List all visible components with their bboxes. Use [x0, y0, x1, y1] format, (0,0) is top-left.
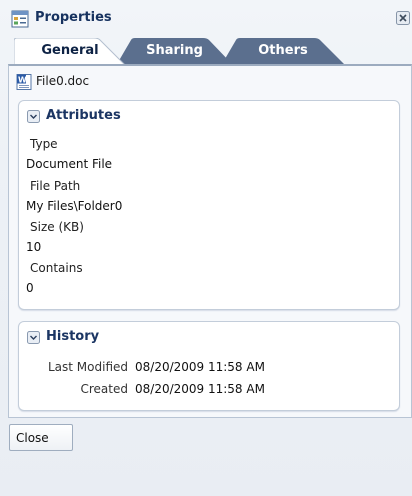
attribute-label-file-path: File Path	[30, 179, 81, 193]
attribute-label-size: Size (KB)	[30, 220, 84, 234]
dialog-titlebar: Properties	[0, 0, 412, 36]
close-icon[interactable]	[396, 11, 410, 25]
close-button[interactable]: Close	[9, 424, 73, 451]
svg-text:W: W	[18, 76, 27, 85]
attributes-panel: Attributes Type Document File File Path …	[18, 100, 400, 310]
dialog-footer: Close	[0, 418, 412, 496]
attribute-label-type: Type	[30, 137, 58, 151]
tab-label: General	[41, 43, 99, 58]
dialog-title: Properties	[35, 10, 112, 25]
history-value-last-modified: 08/20/2009 11:58 AM	[135, 360, 265, 374]
history-label-created: Created	[80, 382, 129, 396]
tab-general[interactable]: General	[14, 38, 126, 66]
history-value-created: 08/20/2009 11:58 AM	[135, 382, 265, 396]
word-document-icon: W	[16, 74, 32, 90]
history-label-last-modified: Last Modified	[47, 360, 128, 374]
history-panel: History Last Modified 08/20/2009 11:58 A…	[18, 321, 400, 411]
collapse-chevron-icon[interactable]	[27, 110, 40, 123]
attribute-label-contains: Contains	[30, 261, 83, 275]
file-name: File0.doc	[36, 74, 90, 88]
tab-content: W File0.doc Attributes Type Document Fil…	[8, 64, 412, 418]
properties-icon	[11, 10, 29, 28]
tab-others[interactable]: Others	[222, 38, 344, 64]
tab-bar: Others Sharing General	[0, 36, 412, 66]
attribute-value-contains: 0	[26, 281, 34, 295]
tab-label: Sharing	[146, 43, 203, 58]
attribute-value-type: Document File	[26, 157, 113, 171]
history-title: History	[46, 329, 100, 344]
history-row-last-modified: Last Modified 08/20/2009 11:58 AM	[19, 360, 399, 378]
collapse-chevron-icon[interactable]	[27, 331, 40, 344]
tab-sharing[interactable]: Sharing	[117, 38, 232, 64]
history-row-created: Created 08/20/2009 11:58 AM	[19, 382, 399, 400]
attribute-value-size: 10	[26, 240, 42, 254]
tab-label: Others	[258, 43, 308, 58]
attribute-value-file-path: My Files\Folder0	[26, 199, 123, 213]
attributes-title: Attributes	[46, 108, 121, 123]
properties-dialog: Properties Others Sharing General W File…	[0, 0, 412, 496]
